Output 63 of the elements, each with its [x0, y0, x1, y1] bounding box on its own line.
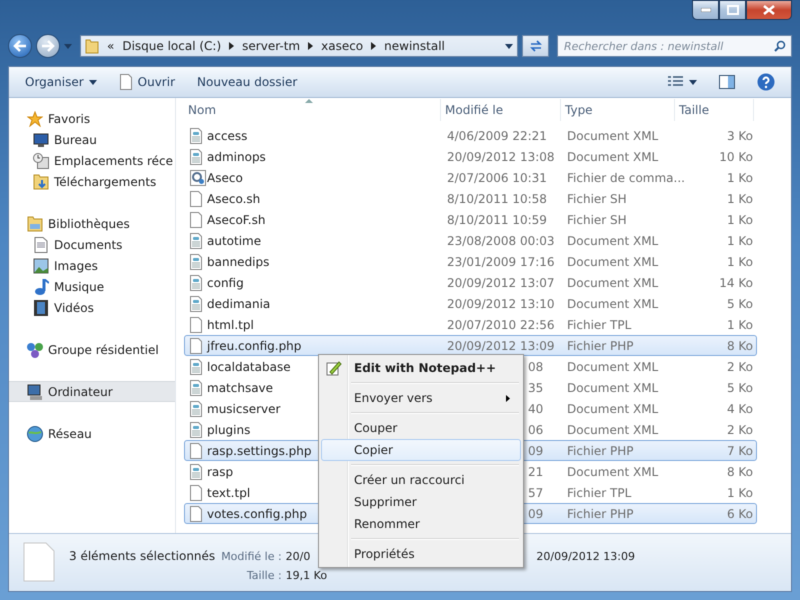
- file-type: Document XML: [567, 464, 658, 478]
- file-size: 2 Ko: [726, 360, 753, 374]
- file-type: Fichier TPL: [567, 318, 632, 332]
- modified-date: 2/07/2006 10:31: [447, 170, 547, 184]
- modified-date: 20/09/2012 13:08: [447, 150, 555, 164]
- modified-value: 20/09/2012 13:09: [536, 550, 635, 563]
- file-type: Fichier SH: [567, 192, 627, 206]
- file-size: 8 Ko: [726, 338, 753, 352]
- file-type: Document XML: [567, 128, 658, 142]
- size-value: 19,1 Ko: [286, 569, 328, 582]
- modified-date: 20/09/2012 13:07: [447, 276, 555, 290]
- modified-date: 23/08/2008 00:03: [447, 234, 555, 248]
- modified-date: 4/06/2009 22:21: [447, 128, 547, 142]
- file-size: 1 Ko: [726, 192, 753, 206]
- file-type: Document XML: [567, 380, 658, 394]
- file-type: Document XML: [567, 296, 658, 310]
- modified-date: 21: [528, 464, 544, 478]
- modified-date: 57: [528, 486, 544, 500]
- file-type: Document XML: [567, 276, 658, 290]
- modified-value: 20/0: [286, 550, 310, 563]
- modified-date: 40: [528, 402, 544, 416]
- file-type: Document XML: [567, 360, 658, 374]
- file-type: Fichier PHP: [567, 338, 634, 352]
- file-size: 10 Ko: [719, 150, 753, 164]
- file-size: 7 Ko: [726, 444, 753, 458]
- file-size: 4 Ko: [726, 402, 753, 416]
- file-size: 5 Ko: [726, 380, 753, 394]
- modified-date: 09: [528, 444, 544, 458]
- modified-date: 20/07/2010 22:56: [447, 318, 555, 332]
- file-type: Fichier PHP: [567, 444, 634, 458]
- modified-date: 20/09/2012 13:10: [447, 296, 555, 310]
- modified-date: 06: [528, 422, 544, 436]
- modified-date: 20/09/2012 13:09: [447, 338, 555, 352]
- file-type: Fichier TPL: [567, 486, 632, 500]
- file-size: 8 Ko: [726, 464, 753, 478]
- file-type: Fichier SH: [567, 212, 627, 226]
- file-size: 1 Ko: [726, 486, 753, 500]
- file-size: 2 Ko: [726, 422, 753, 436]
- file-size: 14 Ko: [719, 276, 753, 290]
- modified-date: 8/10/2011 10:58: [447, 192, 547, 206]
- modified-date: 8/10/2011 10:59: [447, 212, 547, 226]
- file-type: Document XML: [567, 422, 658, 436]
- file-size: 1 Ko: [726, 234, 753, 248]
- modified-date: 09: [528, 506, 544, 520]
- file-type: Fichier PHP: [567, 506, 634, 520]
- file-type: Document XML: [567, 254, 658, 268]
- file-size: 1 Ko: [726, 170, 753, 184]
- modified-date: 08: [528, 360, 544, 374]
- file-type: Document XML: [567, 234, 658, 248]
- file-type: Document XML: [567, 150, 658, 164]
- size-label: Taille :: [246, 569, 282, 582]
- file-size: 1 Ko: [726, 212, 753, 226]
- selection-count: 3 éléments sélectionnés: [69, 549, 216, 563]
- modified-label: Modifié le :: [221, 550, 282, 563]
- file-size: 6 Ko: [726, 506, 753, 520]
- file-type: Document XML: [567, 402, 658, 416]
- modified-date: 35: [528, 380, 544, 394]
- modified-date: 23/01/2009 17:16: [447, 254, 555, 268]
- file-size: 1 Ko: [726, 254, 753, 268]
- file-size: 1 Ko: [726, 318, 753, 332]
- file-type: Fichier de comma...: [567, 170, 685, 184]
- file-size: 3 Ko: [726, 128, 753, 142]
- file-size: 5 Ko: [726, 296, 753, 310]
